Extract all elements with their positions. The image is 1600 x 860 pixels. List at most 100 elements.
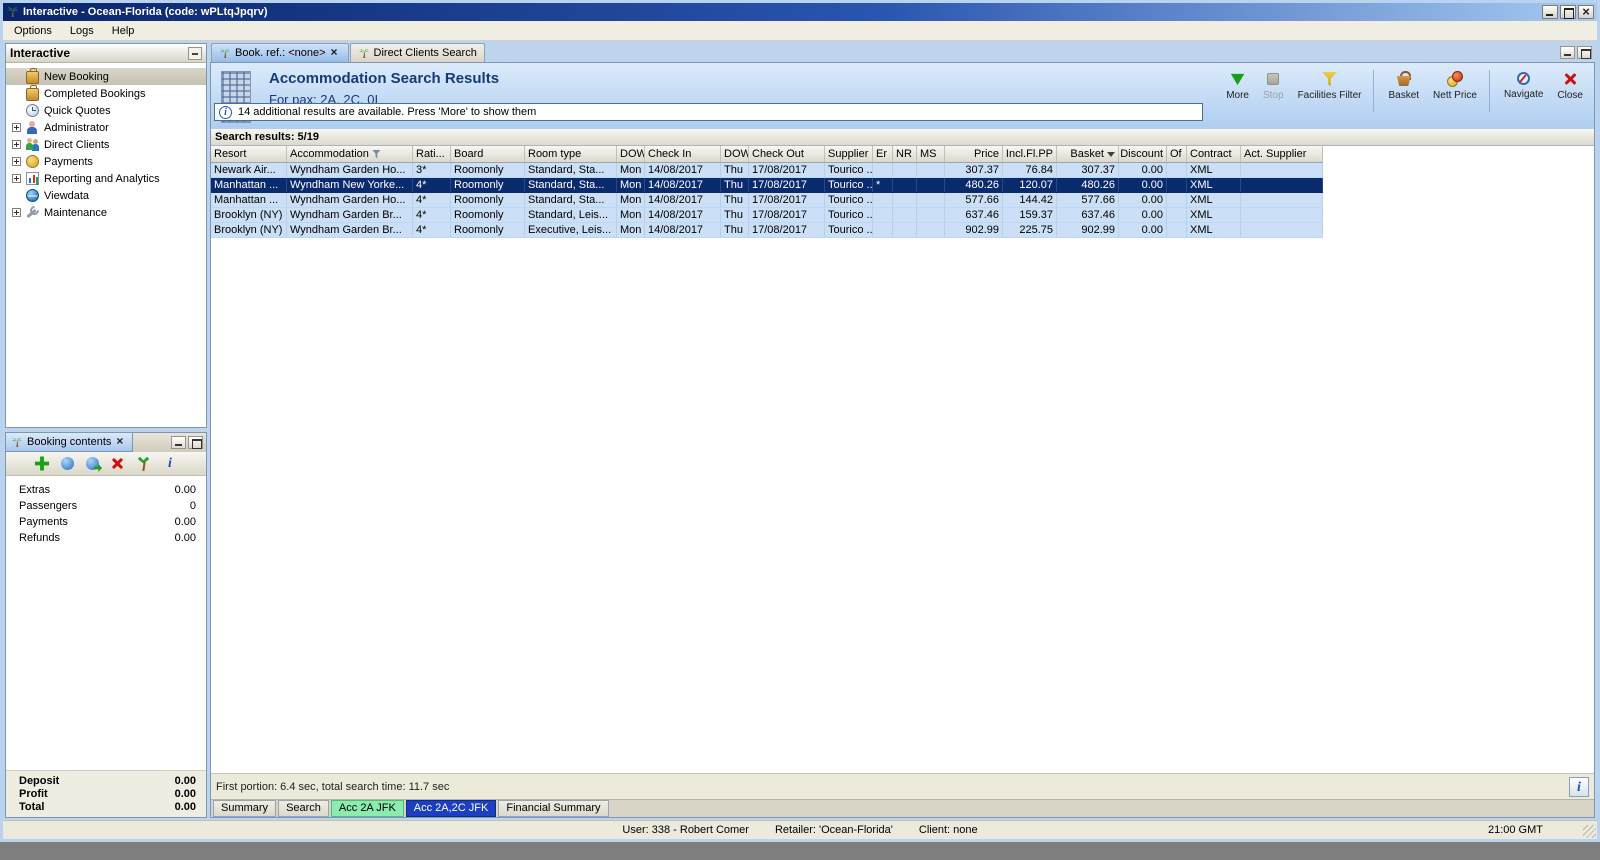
column-header-discount[interactable]: Discount [1119,146,1167,162]
column-header-resort[interactable]: Resort [211,146,287,162]
total-value: 0.00 [174,800,196,813]
column-header-basket[interactable]: Basket [1057,146,1119,162]
column-header-rati[interactable]: Rati... [413,146,451,162]
direct-clients-search-tab[interactable]: Direct Clients Search [349,43,485,62]
basket-button[interactable]: Basket [1381,68,1426,103]
delete-button[interactable] [110,456,126,472]
book-ref-none-tab[interactable]: Book. ref.: <none> [211,43,349,62]
filter-icon[interactable] [371,149,381,159]
expand-icon[interactable] [12,140,21,149]
expand-icon[interactable] [12,174,21,183]
info-button[interactable] [162,456,178,472]
result-row[interactable]: Brooklyn (NY) Wyndham Garden Br... 4* Roomo… [211,208,1323,223]
result-row[interactable]: Brooklyn (NY) Wyndham Garden Br... 4* Roomo… [211,223,1323,238]
options-menu[interactable]: Options [5,23,61,39]
cell-accommodation: Wyndham Garden Ho... [287,193,413,207]
column-header-incl-fl-pp[interactable]: Incl.Fl.PP [1003,146,1057,162]
result-row[interactable]: Newark Air... Wyndham Garden Ho... 3* Roomo… [211,163,1323,178]
nett-price-button[interactable]: Nett Price [1426,68,1484,103]
help-menu[interactable]: Help [103,23,144,39]
collapse-panel-button[interactable] [188,46,202,60]
sidebar-item-payments[interactable]: Payments [6,153,206,170]
stop-button[interactable]: Stop [1256,68,1291,103]
sidebar-item-reporting-and-analytics[interactable]: Reporting and Analytics [6,170,206,187]
result-row-selected[interactable]: Manhattan ... Wyndham New Yorke... 4* Roomo… [211,178,1323,193]
maintenance-icon [26,206,39,219]
transfer-button[interactable] [136,456,152,472]
results-empty-area [211,238,1594,773]
summary-tab[interactable]: Summary [213,800,277,817]
booking-contents-row: Passengers 0 [6,498,206,514]
acc-2a-jfk-tab[interactable]: Acc 2A JFK [330,800,404,817]
expand-icon[interactable] [12,123,21,132]
expand-icon[interactable] [12,157,21,166]
column-header-price[interactable]: Price [945,146,1003,162]
column-header-check-in[interactable]: Check In [645,146,721,162]
documents-minimize-button[interactable] [1560,46,1575,59]
window-maximize-button[interactable] [1560,5,1576,19]
add-button[interactable] [34,456,50,471]
column-header-accommodation[interactable]: Accommodation [287,146,413,162]
status-bar: User: 338 - Robert Comer Retailer: 'Ocea… [3,820,1597,839]
tab-label: Direct Clients Search [373,47,477,59]
sidebar-item-direct-clients[interactable]: Direct Clients [6,136,206,153]
navigate-button[interactable]: Navigate [1497,68,1550,102]
basket-icon [1396,71,1412,87]
financial-summary-tab[interactable]: Financial Summary [498,800,609,817]
logs-menu[interactable]: Logs [61,23,103,39]
panel-restore-button[interactable] [188,436,203,449]
sidebar-item-viewdata[interactable]: Viewdata [6,187,206,204]
column-header-dow[interactable]: DOW [617,146,645,162]
window-close-button[interactable] [1578,4,1594,19]
expand-icon[interactable] [12,208,21,217]
sidebar-item-maintenance[interactable]: Maintenance [6,204,206,221]
result-row[interactable]: Manhattan ... Wyndham Garden Ho... 4* Roomo… [211,193,1323,208]
column-header-room-type[interactable]: Room type [525,146,617,162]
viewdata-icon [26,189,39,202]
sidebar-item-administrator[interactable]: Administrator [6,119,206,136]
web-button[interactable] [61,457,74,470]
column-header-board[interactable]: Board [451,146,525,162]
column-header-nr[interactable]: NR [893,146,917,162]
cell-supplier: Tourico ... [825,163,873,177]
sidebar-item-completed-bookings[interactable]: Completed Bookings [6,85,206,102]
window-minimize-button[interactable] [1542,5,1558,19]
cell-basket: 577.66 [1057,193,1119,207]
direct-clients-icon [26,138,39,151]
more-button[interactable]: More [1219,68,1256,103]
documents-restore-button[interactable] [1577,46,1592,59]
column-header-dow[interactable]: DOW [721,146,749,162]
cell-ms [917,223,945,237]
title-bar: Interactive - Ocean-Florida (code: wPLtq… [3,3,1597,21]
column-header-er[interactable]: Er [873,146,893,162]
row-label: Passengers [19,500,78,512]
column-header-supplier[interactable]: Supplier [825,146,873,162]
panel-minimize-button[interactable] [171,436,186,449]
totals-row: Total 0.00 [6,800,206,813]
facilities-filter-button[interactable]: Facilities Filter [1291,68,1369,103]
close-button[interactable]: Close [1550,68,1590,103]
cell-dow: Mon [617,208,645,222]
column-header-act-supplier[interactable]: Act. Supplier [1241,146,1323,162]
column-header-check-out[interactable]: Check Out [749,146,825,162]
info-button[interactable] [1569,776,1589,797]
close-panel-icon[interactable] [115,434,127,449]
tab-close-icon[interactable] [330,45,341,60]
sidebar-item-quick-quotes[interactable]: Quick Quotes [6,102,206,119]
total-value: 0.00 [174,774,196,787]
total-label: Deposit [19,774,60,787]
column-header-contract[interactable]: Contract [1187,146,1241,162]
search-tab[interactable]: Search [278,800,329,817]
cell-er: * [873,178,893,192]
resize-grip[interactable] [1583,825,1596,838]
column-header-ms[interactable]: MS [917,146,945,162]
booking-contents-tab[interactable]: Booking contents [6,433,134,452]
column-header-of[interactable]: Of [1167,146,1187,162]
search-results-header: Accommodation Search Results For pax: 2A… [211,63,1594,129]
acc-2a-2c-jfk-tab[interactable]: Acc 2A,2C JFK [405,800,497,817]
cell-rati: 3* [413,163,451,177]
toolbar-button-label: Nett Price [1433,90,1477,101]
app-window: Interactive - Ocean-Florida (code: wPLtq… [0,0,1600,842]
export-button[interactable] [86,457,99,470]
sidebar-item-new-booking[interactable]: New Booking [6,68,206,85]
